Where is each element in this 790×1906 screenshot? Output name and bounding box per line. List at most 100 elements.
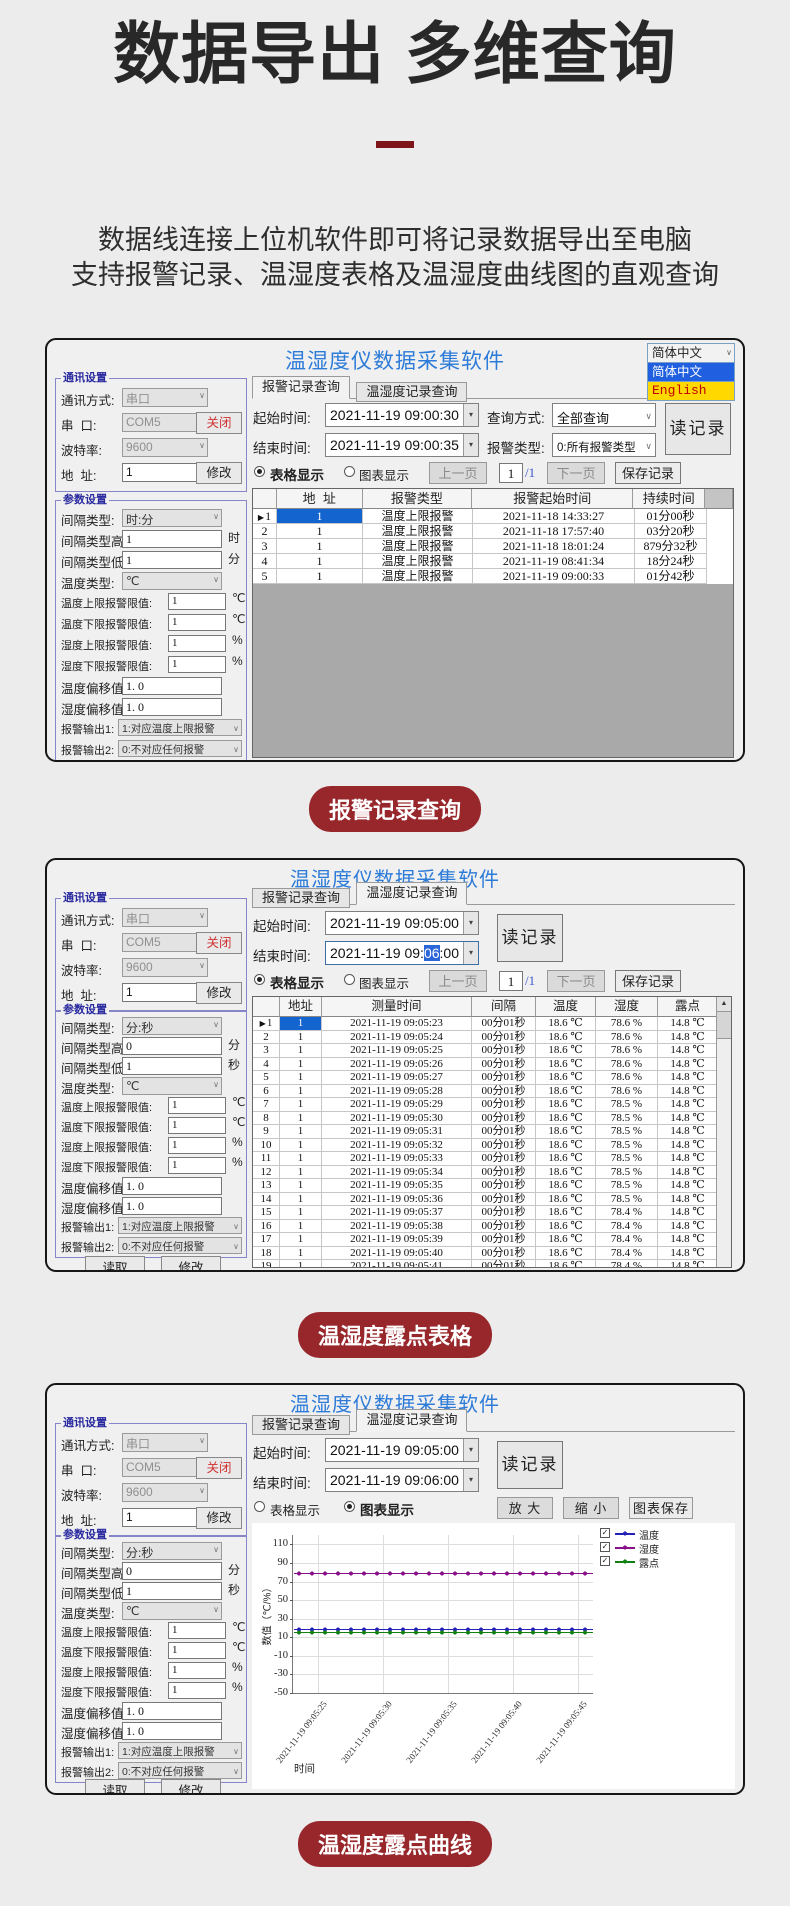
table-row[interactable]: 41温度上限报警2021-11-19 08:41:3418分24秒 bbox=[253, 554, 733, 569]
series-checkbox[interactable]: ✓ bbox=[600, 1528, 610, 1538]
param-field-input[interactable]: 1 bbox=[168, 593, 226, 610]
next-page-button[interactable]: 下一页 bbox=[547, 462, 605, 484]
alarm-type-select[interactable]: 0:所有报警类型∨ bbox=[552, 433, 656, 457]
param-field-input[interactable]: 0 bbox=[122, 1037, 222, 1055]
param-field-input[interactable]: 1 bbox=[168, 1097, 226, 1114]
scrollbar-thumb[interactable] bbox=[717, 1012, 731, 1039]
table-row[interactable]: 1912021-11-19 09:05:4100分01秒18.6 ℃78.4 %… bbox=[253, 1260, 731, 1268]
read-records-button[interactable]: 读记录 bbox=[665, 403, 731, 455]
param-field-input[interactable]: 1 bbox=[122, 530, 222, 548]
end-time-input[interactable]: 2021-11-19 09:00:35▾ bbox=[325, 433, 479, 457]
table-display-label[interactable]: 表格显示 bbox=[270, 464, 324, 484]
param-field-input[interactable]: 1. 0 bbox=[122, 1177, 222, 1195]
chart-display-radio[interactable] bbox=[344, 974, 355, 985]
param-field-select[interactable]: 分:秒∨ bbox=[122, 1017, 222, 1035]
param-field-select[interactable]: ℃∨ bbox=[122, 1602, 222, 1620]
table-row[interactable]: 1512021-11-19 09:05:3700分01秒18.6 ℃78.4 %… bbox=[253, 1206, 731, 1220]
table-row[interactable]: 612021-11-19 09:05:2800分01秒18.6 ℃78.6 %1… bbox=[253, 1085, 731, 1099]
table-scrollbar[interactable]: ▲ bbox=[716, 997, 731, 1267]
query-mode-select[interactable]: 全部查询∨ bbox=[552, 403, 656, 427]
calendar-dropdown-icon[interactable]: ▾ bbox=[463, 434, 478, 456]
table-row[interactable]: 712021-11-19 09:05:2900分01秒18.6 ℃78.5 %1… bbox=[253, 1098, 731, 1112]
table-row[interactable]: ▶112021-11-19 09:05:2300分01秒18.6 ℃78.6 %… bbox=[253, 1017, 731, 1031]
table-row[interactable]: 212021-11-19 09:05:2400分01秒18.6 ℃78.6 %1… bbox=[253, 1031, 731, 1045]
table-row[interactable]: 1612021-11-19 09:05:3800分01秒18.6 ℃78.4 %… bbox=[253, 1220, 731, 1234]
table-row[interactable]: 812021-11-19 09:05:3000分01秒18.6 ℃78.5 %1… bbox=[253, 1112, 731, 1126]
table-row[interactable]: 31温度上限报警2021-11-18 18:01:24879分32秒 bbox=[253, 539, 733, 554]
table-row[interactable]: 1812021-11-19 09:05:4000分01秒18.6 ℃78.4 %… bbox=[253, 1247, 731, 1261]
table-row[interactable]: 1412021-11-19 09:05:3600分01秒18.6 ℃78.5 %… bbox=[253, 1193, 731, 1207]
table-row[interactable]: 21温度上限报警2021-11-18 17:57:4003分20秒 bbox=[253, 524, 733, 539]
param-field-input[interactable]: 1 bbox=[168, 1157, 226, 1174]
language-option-chinese[interactable]: 简体中文 bbox=[647, 363, 735, 382]
tab-alarm-record-query[interactable]: 报警记录查询 bbox=[252, 888, 350, 908]
prev-page-button[interactable]: 上一页 bbox=[429, 462, 487, 484]
param-field-input[interactable]: 1. 0 bbox=[122, 677, 222, 695]
param-field-select[interactable]: 0:不对应任何报警∨ bbox=[118, 740, 242, 757]
param-field-input[interactable]: 1. 0 bbox=[122, 698, 222, 716]
param-field-input[interactable]: 1. 0 bbox=[122, 1722, 222, 1740]
series-checkbox[interactable]: ✓ bbox=[600, 1556, 610, 1566]
zoom-in-button[interactable]: 放 大 bbox=[497, 1497, 553, 1519]
write-params-button[interactable]: 修改 bbox=[161, 1256, 221, 1270]
table-row[interactable]: 1212021-11-19 09:05:3400分01秒18.6 ℃78.5 %… bbox=[253, 1166, 731, 1180]
param-field-select[interactable]: 1:对应温度上限报警∨ bbox=[118, 1217, 242, 1234]
table-row[interactable]: 1112021-11-19 09:05:3300分01秒18.6 ℃78.5 %… bbox=[253, 1152, 731, 1166]
tab-humidity-record-query[interactable]: 温湿度记录查询 bbox=[356, 382, 467, 402]
series-checkbox[interactable]: ✓ bbox=[600, 1542, 610, 1552]
table-display-label[interactable]: 表格显示 bbox=[270, 1500, 320, 1519]
param-field-input[interactable]: 0 bbox=[122, 1562, 222, 1580]
param-field-select[interactable]: 0:不对应任何报警∨ bbox=[118, 1237, 242, 1254]
calendar-dropdown-icon[interactable]: ▾ bbox=[463, 404, 478, 426]
chart-display-label[interactable]: 图表显示 bbox=[359, 973, 409, 992]
param-field-input[interactable]: 1 bbox=[168, 1117, 226, 1134]
table-display-radio[interactable] bbox=[254, 466, 265, 477]
page-number-input[interactable]: 1 bbox=[499, 971, 523, 991]
param-field-input[interactable]: 1 bbox=[168, 614, 226, 631]
save-chart-button[interactable]: 图表保存 bbox=[629, 1497, 693, 1519]
scroll-up-icon[interactable]: ▲ bbox=[717, 997, 731, 1012]
table-row[interactable]: 912021-11-19 09:05:3100分01秒18.6 ℃78.5 %1… bbox=[253, 1125, 731, 1139]
table-display-radio[interactable] bbox=[254, 974, 265, 985]
language-option-english[interactable]: English bbox=[647, 382, 735, 401]
table-row[interactable]: 1012021-11-19 09:05:3200分01秒18.6 ℃78.5 %… bbox=[253, 1139, 731, 1153]
table-row[interactable]: 512021-11-19 09:05:2700分01秒18.6 ℃78.6 %1… bbox=[253, 1071, 731, 1085]
end-time-input[interactable]: 2021-11-19 09:06:00▾ bbox=[325, 1468, 479, 1492]
param-field-input[interactable]: 1. 0 bbox=[122, 1197, 222, 1215]
param-field-input[interactable]: 1 bbox=[168, 1682, 226, 1699]
param-field-select[interactable]: 1:对应温度上限报警∨ bbox=[118, 719, 242, 736]
param-field-select[interactable]: ℃∨ bbox=[122, 1077, 222, 1095]
tab-humidity-record-query[interactable]: 温湿度记录查询 bbox=[356, 882, 467, 905]
param-field-input[interactable]: 1 bbox=[168, 1662, 226, 1679]
read-params-button[interactable]: 读取 bbox=[85, 1256, 145, 1270]
table-row[interactable]: 412021-11-19 09:05:2600分01秒18.6 ℃78.6 %1… bbox=[253, 1058, 731, 1072]
param-field-input[interactable]: 1 bbox=[168, 656, 226, 673]
param-field-select[interactable]: 1:对应温度上限报警∨ bbox=[118, 1742, 242, 1759]
start-time-input[interactable]: 2021-11-19 09:05:00▾ bbox=[325, 911, 479, 935]
table-display-radio[interactable] bbox=[254, 1501, 265, 1512]
end-time-input[interactable]: 2021-11-19 09:06:00▾ bbox=[325, 941, 479, 965]
start-time-input[interactable]: 2021-11-19 09:00:30▾ bbox=[325, 403, 479, 427]
table-row[interactable]: 312021-11-19 09:05:2500分01秒18.6 ℃78.6 %1… bbox=[253, 1044, 731, 1058]
param-field-select[interactable]: 分:秒∨ bbox=[122, 1542, 222, 1560]
save-records-button[interactable]: 保存记录 bbox=[615, 462, 681, 484]
calendar-dropdown-icon[interactable]: ▾ bbox=[463, 1469, 478, 1491]
table-row[interactable]: 51温度上限报警2021-11-19 09:00:3301分42秒 bbox=[253, 569, 733, 584]
save-records-button[interactable]: 保存记录 bbox=[615, 970, 681, 992]
calendar-dropdown-icon[interactable]: ▾ bbox=[463, 912, 478, 934]
calendar-dropdown-icon[interactable]: ▾ bbox=[463, 1439, 478, 1461]
param-field-input[interactable]: 1 bbox=[168, 635, 226, 652]
table-row[interactable]: 1312021-11-19 09:05:3500分01秒18.6 ℃78.5 %… bbox=[253, 1179, 731, 1193]
prev-page-button[interactable]: 上一页 bbox=[429, 970, 487, 992]
tab-alarm-record-query[interactable]: 报警记录查询 bbox=[252, 1415, 350, 1435]
param-field-input[interactable]: 1. 0 bbox=[122, 1702, 222, 1720]
read-records-button[interactable]: 读记录 bbox=[497, 1441, 563, 1489]
language-select[interactable]: 简体中文∨ bbox=[647, 343, 735, 363]
calendar-dropdown-icon[interactable]: ▾ bbox=[463, 942, 478, 964]
param-field-input[interactable]: 1 bbox=[122, 1057, 222, 1075]
write-params-button[interactable]: 修改 bbox=[161, 1779, 221, 1793]
tab-humidity-record-query[interactable]: 温湿度记录查询 bbox=[356, 1409, 467, 1432]
tab-alarm-record-query[interactable]: 报警记录查询 bbox=[252, 376, 350, 399]
table-display-label[interactable]: 表格显示 bbox=[270, 972, 324, 992]
chart-display-label[interactable]: 图表显示 bbox=[359, 465, 409, 484]
